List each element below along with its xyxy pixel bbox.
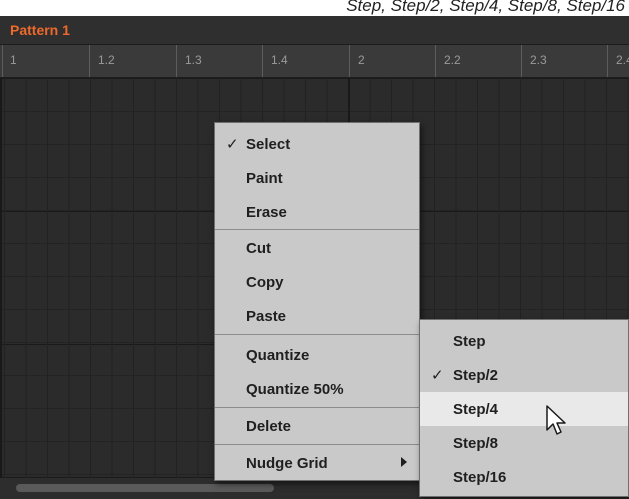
ruler-tick xyxy=(607,45,608,77)
menu-separator xyxy=(215,407,419,408)
ruler-tick xyxy=(262,45,263,77)
menu-item-label: Delete xyxy=(246,418,292,435)
checkmark-icon: ✓ xyxy=(226,135,239,153)
caption-strip: Step, Step/2, Step/4, Step/8, Step/16 xyxy=(0,0,629,16)
caption-text: Step, Step/2, Step/4, Step/8, Step/16 xyxy=(346,0,625,15)
ruler-tick xyxy=(176,45,177,77)
checkmark-icon: ✓ xyxy=(431,366,444,384)
menu-item-cut[interactable]: Cut xyxy=(215,231,419,265)
menu-item-label: Cut xyxy=(246,240,271,257)
ruler-label: 2.3 xyxy=(530,53,547,67)
ruler-tick xyxy=(2,45,3,77)
submenu-item-step-8[interactable]: Step/8 xyxy=(420,426,628,460)
menu-item-delete[interactable]: Delete xyxy=(215,409,419,443)
ruler-tick xyxy=(521,45,522,77)
menu-item-quantize[interactable]: Quantize xyxy=(215,338,419,372)
pattern-header: Pattern 1 xyxy=(0,16,629,45)
context-menu: ✓ Select Paint Erase Cut Copy Paste Quan… xyxy=(214,122,420,481)
menu-item-label: Quantize xyxy=(246,347,310,364)
menu-separator xyxy=(215,334,419,335)
submenu-item-step[interactable]: Step xyxy=(420,324,628,358)
menu-item-label: Step/16 xyxy=(453,469,507,486)
menu-item-label: Erase xyxy=(246,204,287,221)
menu-item-paste[interactable]: Paste xyxy=(215,299,419,333)
submenu-item-step-16[interactable]: Step/16 xyxy=(420,460,628,494)
screenshot-root: Step, Step/2, Step/4, Step/8, Step/16 Pa… xyxy=(0,0,629,499)
ruler-label: 1.4 xyxy=(271,53,288,67)
ruler-label: 1.3 xyxy=(185,53,202,67)
menu-separator xyxy=(215,229,419,230)
pattern-name[interactable]: Pattern 1 xyxy=(10,22,70,38)
menu-item-label: Nudge Grid xyxy=(246,455,328,472)
menu-item-label: Select xyxy=(246,136,291,153)
submenu-item-step-4[interactable]: Step/4 xyxy=(420,392,628,426)
ruler-tick xyxy=(349,45,350,77)
menu-item-label: Step xyxy=(453,333,486,350)
menu-item-label: Copy xyxy=(246,274,284,291)
ruler-label: 1 xyxy=(10,53,17,67)
menu-item-erase[interactable]: Erase xyxy=(215,195,419,229)
menu-item-label: Step/4 xyxy=(453,401,499,418)
menu-item-label: Paste xyxy=(246,308,287,325)
submenu-item-step-2[interactable]: ✓ Step/2 xyxy=(420,358,628,392)
ruler-tick xyxy=(89,45,90,77)
ruler-label: 2 xyxy=(358,53,365,67)
scrollbar-thumb[interactable] xyxy=(16,484,274,492)
nudge-grid-submenu: Step ✓ Step/2 Step/4 Step/8 Step/16 xyxy=(419,319,629,497)
menu-item-quantize-50[interactable]: Quantize 50% xyxy=(215,372,419,406)
menu-item-copy[interactable]: Copy xyxy=(215,265,419,299)
ruler-label: 2.2 xyxy=(444,53,461,67)
mouse-pointer-icon xyxy=(546,405,566,435)
menu-item-paint[interactable]: Paint xyxy=(215,161,419,195)
menu-item-select[interactable]: ✓ Select xyxy=(215,127,419,161)
timeline-ruler[interactable]: 1 1.2 1.3 1.4 2 2.2 2.3 2.4 xyxy=(0,45,629,78)
menu-item-nudge-grid[interactable]: Nudge Grid xyxy=(215,446,419,480)
menu-item-label: Step/2 xyxy=(453,367,499,384)
menu-item-label: Step/8 xyxy=(453,435,499,452)
ruler-label: 1.2 xyxy=(98,53,115,67)
menu-separator xyxy=(215,444,419,445)
chevron-right-icon xyxy=(401,457,407,467)
ruler-label: 2.4 xyxy=(616,53,629,67)
ruler-tick xyxy=(435,45,436,77)
menu-item-label: Quantize 50% xyxy=(246,381,344,398)
menu-item-label: Paint xyxy=(246,170,283,187)
